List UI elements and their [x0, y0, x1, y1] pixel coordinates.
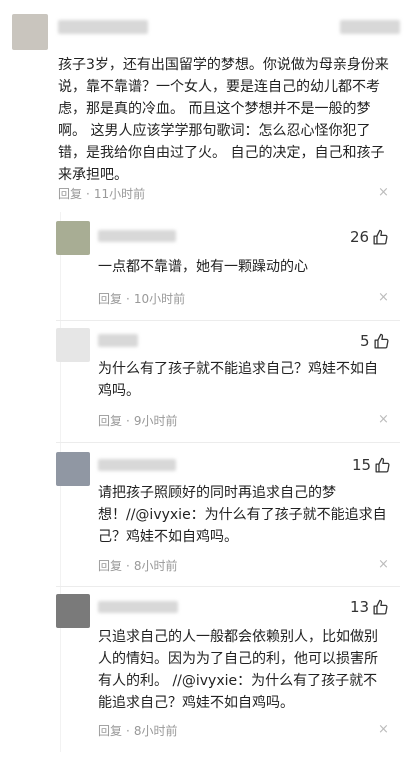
timestamp: 10小时前 [133, 292, 186, 306]
avatar[interactable] [56, 221, 90, 255]
close-icon[interactable]: × [378, 413, 389, 427]
username-blurred[interactable] [98, 334, 138, 347]
username-blurred[interactable] [98, 601, 178, 613]
avatar[interactable] [56, 452, 90, 486]
close-icon[interactable]: × [378, 558, 389, 572]
timestamp: 8小时前 [133, 724, 178, 738]
reply-text: 为什么有了孩子就不能追求自己？鸡娃不如自鸡吗。 [98, 361, 378, 399]
comment-text: 孩子3岁，还有出国留学的梦想。你说做为母亲身份来说，靠不靠谱？一个女人，要是连自… [58, 57, 389, 183]
thumbs-up-icon[interactable] [373, 333, 390, 350]
avatar[interactable] [56, 594, 90, 628]
avatar[interactable] [12, 14, 48, 50]
timestamp: 8小时前 [133, 559, 178, 573]
header-action-blurred[interactable] [340, 20, 400, 34]
reply-text: 一点都不靠谱，她有一颗躁动的心 [98, 259, 308, 275]
username-blurred[interactable] [98, 459, 176, 471]
reply-button[interactable]: 回复 [98, 724, 122, 738]
avatar[interactable] [56, 328, 90, 362]
thumbs-up-icon[interactable] [372, 229, 389, 246]
reply-text: 只追求自己的人一般都会依赖别人，比如做别人的情妇。因为为了自己的利，他可以损害所… [98, 629, 378, 711]
reply-text: 请把孩子照顾好的同时再追求自己的梦想！//@ivyxie：为什么有了孩子就不能追… [98, 485, 387, 545]
divider [56, 586, 400, 587]
close-icon[interactable]: × [378, 186, 389, 200]
like-count-area[interactable]: 5 [360, 332, 390, 350]
reply-button[interactable]: 回复 [98, 559, 122, 573]
close-icon[interactable]: × [378, 291, 389, 305]
thumbs-up-icon[interactable] [374, 457, 391, 474]
like-count: 13 [350, 598, 370, 616]
reply-meta: 回复 · 8小时前 [98, 559, 178, 573]
reply-meta: 回复 · 8小时前 [98, 724, 178, 738]
comment-meta: 回复 · 11小时前 [58, 187, 146, 201]
reply-meta: 回复 · 9小时前 [98, 414, 178, 428]
divider [56, 320, 400, 321]
reply-button[interactable]: 回复 [98, 292, 122, 306]
like-count-area[interactable]: 26 [350, 228, 389, 246]
reply-meta: 回复 · 10小时前 [98, 292, 186, 306]
timestamp: 11小时前 [93, 187, 146, 201]
like-count-area[interactable]: 15 [352, 456, 391, 474]
username-blurred[interactable] [58, 20, 148, 34]
like-count: 15 [352, 456, 372, 474]
close-icon[interactable]: × [378, 723, 389, 737]
username-blurred[interactable] [98, 230, 176, 242]
reply-button[interactable]: 回复 [58, 187, 82, 201]
reply-button[interactable]: 回复 [98, 414, 122, 428]
like-count: 26 [350, 228, 370, 246]
divider [56, 442, 400, 443]
like-count-area[interactable]: 13 [350, 598, 389, 616]
like-count: 5 [360, 332, 370, 350]
thumbs-up-icon[interactable] [372, 599, 389, 616]
timestamp: 9小时前 [133, 414, 178, 428]
